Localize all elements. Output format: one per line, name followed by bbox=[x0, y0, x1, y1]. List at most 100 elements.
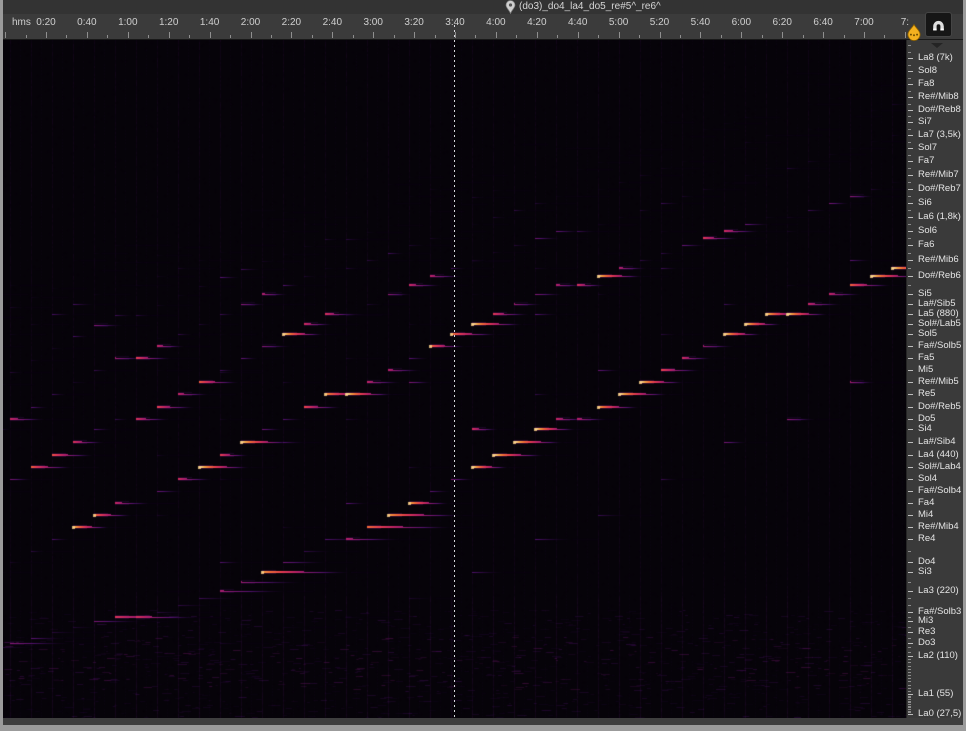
ruler-major-tick bbox=[414, 32, 415, 38]
axis-scroll-arrow-icon[interactable] bbox=[931, 43, 943, 48]
note-label: La8 (7k) bbox=[918, 53, 953, 63]
ruler-minor-tick bbox=[312, 35, 313, 38]
note-label: Re#/Mib5 bbox=[918, 377, 959, 387]
note-label: Fa4 bbox=[918, 498, 934, 508]
note-label: La7 (3,5k) bbox=[918, 130, 961, 140]
note-axis-tick bbox=[908, 666, 911, 667]
ruler-major-tick bbox=[5, 32, 6, 38]
note-axis-tick bbox=[908, 346, 913, 347]
note-axis-tick bbox=[908, 276, 913, 277]
note-axis-tick bbox=[908, 71, 913, 72]
ruler-minor-tick bbox=[148, 35, 149, 38]
note-label: La#/Sib5 bbox=[918, 299, 956, 309]
snap-magnet-button[interactable] bbox=[925, 12, 952, 37]
ruler-tick-label: 2:00 bbox=[234, 17, 268, 28]
note-label: Mi4 bbox=[918, 510, 933, 520]
note-axis-tick bbox=[908, 217, 913, 218]
ruler-tick-label: 2:40 bbox=[315, 17, 349, 28]
magnet-icon bbox=[930, 17, 947, 33]
note-axis-tick bbox=[908, 694, 913, 695]
note-label: Sol#/Lab5 bbox=[918, 319, 961, 329]
note-axis-tick bbox=[908, 260, 913, 261]
note-label: La6 (1,8k) bbox=[918, 212, 961, 222]
note-label: Mi5 bbox=[918, 365, 933, 375]
ruler-tick-label: 4:00 bbox=[479, 17, 513, 28]
bottom-strip bbox=[3, 718, 963, 725]
ruler-minor-tick bbox=[598, 35, 599, 38]
track-title-group: (do3)_do4_la4_do5_re#5^_re6^ bbox=[505, 0, 661, 14]
note-axis-tick bbox=[908, 591, 913, 592]
note-axis-tick bbox=[908, 429, 913, 430]
ruler-major-tick bbox=[496, 32, 497, 38]
note-axis-tick bbox=[908, 688, 911, 689]
ruler-minor-tick bbox=[271, 35, 272, 38]
ruler-minor-tick bbox=[639, 35, 640, 38]
ruler-minor-tick bbox=[189, 35, 190, 38]
note-axis-tick bbox=[908, 116, 911, 117]
note-label: Do4 bbox=[918, 557, 935, 567]
note-axis-tick bbox=[908, 632, 913, 633]
note-axis-tick bbox=[908, 659, 911, 660]
note-axis-tick bbox=[908, 168, 911, 169]
note-label: Fa#/Solb3 bbox=[918, 607, 961, 617]
ruler-tick-label: 1:20 bbox=[152, 17, 186, 28]
note-axis-tick bbox=[908, 515, 913, 516]
note-axis-tick bbox=[908, 148, 913, 149]
ruler-major-tick bbox=[455, 32, 456, 38]
ruler-tick-label: 6:40 bbox=[806, 17, 840, 28]
note-axis-panel[interactable]: La0 (27,5)La1 (55)La2 (110)Do3Re3Mi3Fa#/… bbox=[906, 40, 963, 718]
note-label: Mi3 bbox=[918, 616, 933, 626]
ruler-tick-label: 7:00 bbox=[847, 17, 881, 28]
note-axis-tick bbox=[908, 627, 911, 628]
note-axis-tick bbox=[908, 52, 911, 53]
note-label: Do3 bbox=[918, 638, 935, 648]
note-axis-tick bbox=[908, 707, 911, 708]
note-label: Re#/Mib4 bbox=[918, 522, 959, 532]
note-label: Re#/Mib8 bbox=[918, 92, 959, 102]
ruler-major-tick bbox=[251, 32, 252, 38]
note-axis-tick bbox=[908, 65, 911, 66]
note-axis-tick bbox=[908, 224, 911, 225]
note-axis-tick bbox=[908, 358, 913, 359]
note-label: Re4 bbox=[918, 534, 935, 544]
end-marker-pin-icon[interactable] bbox=[905, 24, 923, 41]
note-axis-tick bbox=[908, 285, 911, 286]
ruler-major-tick bbox=[373, 32, 374, 38]
note-label: La3 (220) bbox=[918, 586, 959, 596]
ruler-major-tick bbox=[537, 32, 538, 38]
note-label: La0 (27,5) bbox=[918, 709, 961, 718]
note-axis-tick bbox=[908, 643, 913, 644]
ruler-tick-label: 5:00 bbox=[602, 17, 636, 28]
note-axis-tick bbox=[908, 334, 913, 335]
note-label: Do#/Reb7 bbox=[918, 184, 961, 194]
ruler-tick-label: 6:20 bbox=[765, 17, 799, 28]
time-ruler[interactable]: hms 0:200:401:001:201:402:002:202:403:00… bbox=[3, 14, 963, 40]
note-axis-tick bbox=[908, 110, 913, 111]
note-label: Re#/Mib7 bbox=[918, 170, 959, 180]
note-axis-tick bbox=[908, 617, 911, 618]
note-axis-tick bbox=[908, 612, 913, 613]
ruler-tick-label: 0:40 bbox=[70, 17, 104, 28]
note-label: Fa#/Solb5 bbox=[918, 341, 961, 351]
note-label: Sol6 bbox=[918, 226, 937, 236]
ruler-tick-label: 2:20 bbox=[274, 17, 308, 28]
note-axis-tick bbox=[908, 706, 911, 707]
note-axis-tick bbox=[908, 84, 913, 85]
ruler-minor-tick bbox=[803, 35, 804, 38]
ruler-minor-tick bbox=[516, 35, 517, 38]
note-axis-tick bbox=[908, 638, 911, 639]
note-axis-tick bbox=[908, 503, 913, 504]
note-axis-tick bbox=[908, 539, 913, 540]
note-axis-tick bbox=[908, 702, 911, 703]
ruler-major-tick bbox=[46, 32, 47, 38]
note-axis-tick bbox=[908, 582, 911, 583]
ruler-major-tick bbox=[700, 32, 701, 38]
ruler-tick-label: 5:20 bbox=[643, 17, 677, 28]
ruler-tick-label: 4:20 bbox=[520, 17, 554, 28]
note-axis-tick bbox=[908, 155, 911, 156]
note-axis-tick bbox=[908, 122, 913, 123]
note-label: Sol8 bbox=[918, 66, 937, 76]
ruler-major-tick bbox=[291, 32, 292, 38]
note-axis-tick bbox=[908, 129, 911, 130]
playhead-cursor[interactable] bbox=[454, 25, 455, 717]
